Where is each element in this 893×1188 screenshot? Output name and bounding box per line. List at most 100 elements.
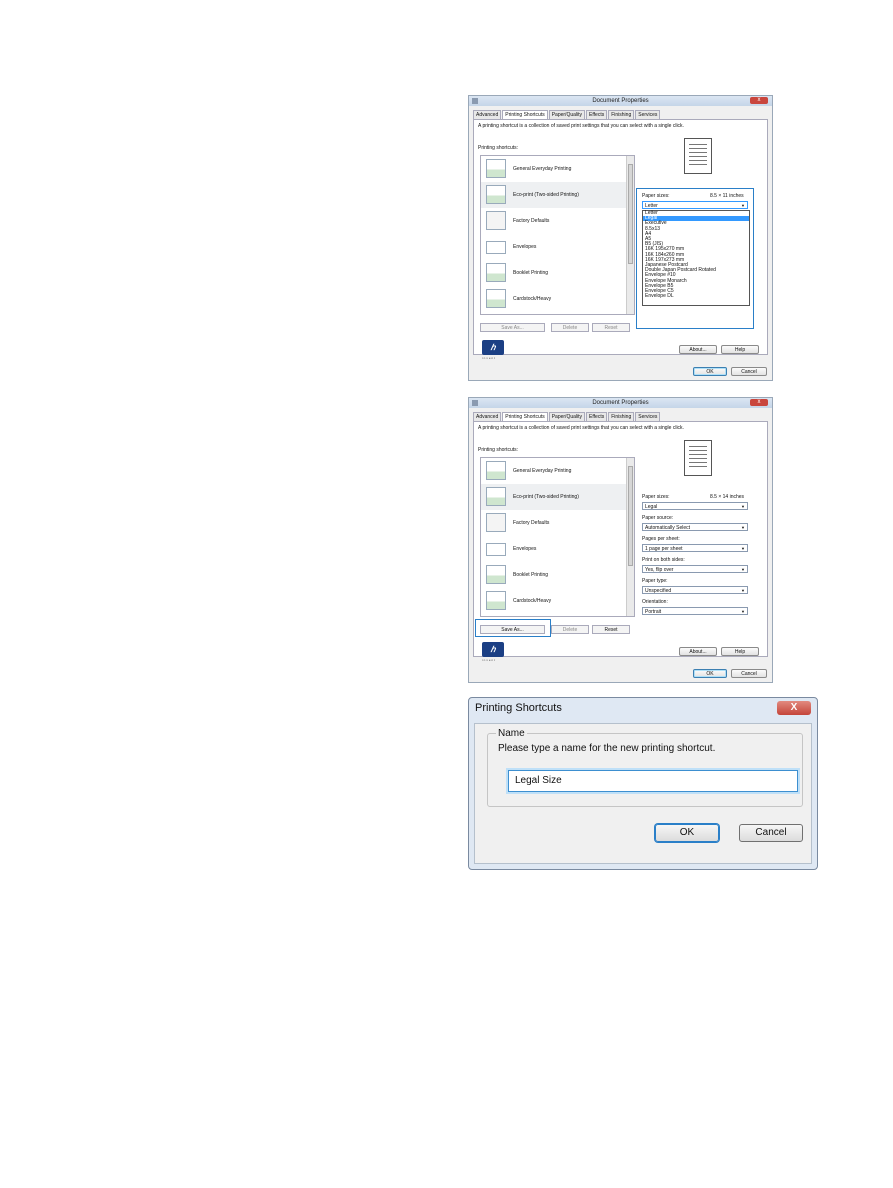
document-properties-dialog-1: Document Properties x Advanced Printing … [468,95,773,381]
cancel-button[interactable]: Cancel [739,824,803,842]
print-both-sides-select[interactable]: Yes, flip over ▼ [642,565,748,573]
shortcut-name-input[interactable]: Legal Size [508,770,798,792]
cardstock-icon [486,289,506,308]
select-value: Unspecified [645,588,672,594]
close-button[interactable]: X [777,701,811,715]
tab-effects[interactable]: Effects [586,110,608,119]
setting-label: Paper source: [642,515,674,521]
paper-type-select[interactable]: Unspecified ▼ [642,586,748,594]
tab-finishing[interactable]: Finishing [608,412,635,421]
shortcut-item[interactable]: Eco-print (Two-sided Printing) [481,182,629,208]
shortcut-item[interactable]: Cardstock/Heavy [481,588,629,614]
shortcut-label: Envelopes [513,546,537,552]
dialog-body: Name Please type a name for the new prin… [474,723,812,864]
pages-per-sheet-select[interactable]: 1 page per sheet ▼ [642,544,748,552]
tab-finishing[interactable]: Finishing [608,110,635,119]
shortcut-label: Cardstock/Heavy [513,296,552,302]
shortcut-item[interactable]: Booklet Printing [481,562,629,588]
shortcut-label: Booklet Printing [513,270,549,276]
duplex-document-icon [486,487,506,506]
booklet-icon [486,565,506,584]
about-button[interactable]: About... [679,345,717,354]
setting-label: Paper sizes: [642,494,670,500]
shortcuts-list[interactable]: General Everyday Printing Eco-print (Two… [480,155,635,315]
cancel-button[interactable]: Cancel [731,669,767,678]
shortcut-item[interactable]: Factory Defaults [481,208,629,234]
reset-button[interactable]: Reset [592,625,630,634]
paper-size-select[interactable]: Legal ▼ [642,502,748,510]
shortcuts-list[interactable]: General Everyday Printing Eco-print (Two… [480,457,635,617]
help-button[interactable]: Help [721,647,759,656]
shortcuts-label: Printing shortcuts: [478,447,519,453]
shortcut-item[interactable]: Booklet Printing [481,260,629,286]
window-title: Document Properties [592,98,649,104]
blank-page-icon [486,211,506,230]
shortcut-item[interactable]: Envelopes [481,536,629,562]
tab-strip: Advanced Printing Shortcuts Paper/Qualit… [473,110,661,119]
setting-label: Paper type: [642,578,668,584]
select-value: Yes, flip over [645,567,674,573]
shortcut-label: Factory Defaults [513,520,550,526]
tab-panel: A printing shortcut is a collection of s… [473,421,768,657]
chevron-down-icon: ▼ [741,567,745,572]
scrollbar-thumb[interactable] [628,164,633,264]
shortcut-item[interactable]: Envelopes [481,234,629,260]
close-button[interactable]: x [750,97,768,104]
cancel-button[interactable]: Cancel [731,367,767,376]
document-icon [486,461,506,480]
tab-services[interactable]: Services [635,412,661,421]
group-description: Please type a name for the new printing … [498,743,716,754]
title-bar: Document Properties x [469,96,772,106]
shortcut-item[interactable]: General Everyday Printing [481,156,629,182]
group-label: Name [496,728,527,739]
window-title: Document Properties [592,400,649,406]
about-button[interactable]: About... [679,647,717,656]
list-scrollbar[interactable] [626,458,634,616]
chevron-down-icon: ▼ [741,609,745,614]
tab-printing-shortcuts[interactable]: Printing Shortcuts [502,110,548,119]
shortcut-item[interactable]: Factory Defaults [481,510,629,536]
ok-button[interactable]: OK [655,824,719,842]
shortcut-item[interactable]: General Everyday Printing [481,458,629,484]
tab-paper-quality[interactable]: Paper/Quality [548,110,586,119]
hp-logo: ℎ [482,340,504,355]
scrollbar-thumb[interactable] [628,466,633,566]
chevron-down-icon: ▼ [741,588,745,593]
setting-label: Orientation: [642,599,668,605]
tab-services[interactable]: Services [635,110,661,119]
envelope-icon [486,543,506,556]
reset-button[interactable]: Reset [592,323,630,332]
shortcuts-label: Printing shortcuts: [478,145,519,151]
hp-invent-logo-text: invent [482,356,497,360]
hp-logo: ℎ [482,642,504,657]
setting-label: Pages per sheet: [642,536,680,542]
help-button[interactable]: Help [721,345,759,354]
close-button[interactable]: x [750,399,768,406]
shortcut-item[interactable]: Cardstock/Heavy [481,286,629,312]
tab-effects[interactable]: Effects [586,412,608,421]
ok-button[interactable]: OK [693,669,727,678]
paper-source-select[interactable]: Automatically Select ▼ [642,523,748,531]
ok-button[interactable]: OK [693,367,727,376]
shortcut-label: Factory Defaults [513,218,550,224]
list-scrollbar[interactable] [626,156,634,314]
booklet-icon [486,263,506,282]
select-value: Automatically Select [645,525,691,531]
chevron-down-icon: ▼ [741,546,745,551]
orientation-select[interactable]: Portrait ▼ [642,607,748,615]
tab-printing-shortcuts[interactable]: Printing Shortcuts [502,412,548,421]
tab-strip: Advanced Printing Shortcuts Paper/Qualit… [473,412,661,421]
tab-paper-quality[interactable]: Paper/Quality [548,412,586,421]
tab-advanced[interactable]: Advanced [473,110,502,119]
shortcut-label: Eco-print (Two-sided Printing) [513,494,579,500]
select-value: Legal [645,504,658,510]
window-title: Printing Shortcuts [475,702,562,714]
shortcut-label: Eco-print (Two-sided Printing) [513,192,579,198]
delete-button[interactable]: Delete [551,323,589,332]
shortcut-item[interactable]: Eco-print (Two-sided Printing) [481,484,629,510]
shortcut-label: Envelopes [513,244,537,250]
description-text: A printing shortcut is a collection of s… [478,123,684,129]
tab-advanced[interactable]: Advanced [473,412,502,421]
save-as-button[interactable]: Save As... [480,323,545,332]
delete-button[interactable]: Delete [551,625,589,634]
